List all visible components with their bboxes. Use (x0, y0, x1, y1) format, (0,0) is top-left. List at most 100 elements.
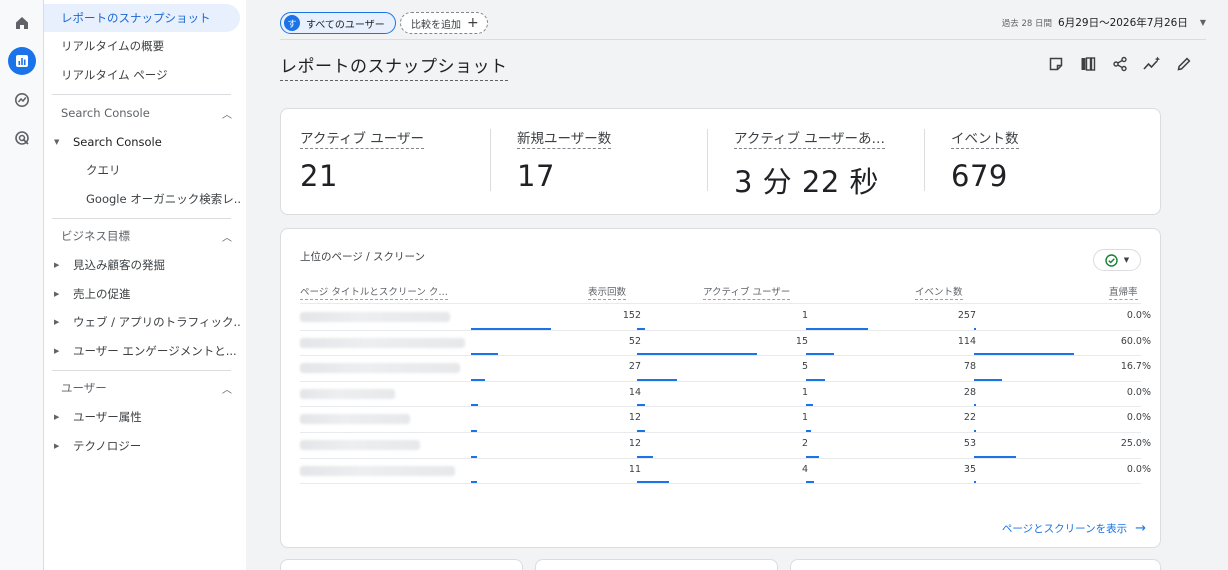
redacted-page-title (300, 440, 420, 450)
cell-events: 35 (963, 463, 976, 475)
chevron-up-icon: ︿ (222, 232, 232, 244)
table-row[interactable]: 12 2 53 25.0% (281, 432, 1162, 459)
metrics-card: アクティブ ユーザー 21 新規ユーザー数 17 アクティブ ユーザーあ… 3 … (280, 108, 1161, 215)
metric-divider (490, 129, 491, 191)
add-comparison-button[interactable]: 比較を追加 + (400, 12, 488, 34)
metric-label: イベント数 (951, 127, 1019, 149)
cell-users: 4 (801, 463, 808, 475)
caret-right-icon: ▶ (54, 413, 60, 421)
chevron-up-icon: ︿ (222, 109, 232, 121)
view-pages-screens-link[interactable]: ページとスクリーンを表示 → (1002, 521, 1146, 536)
group-label: Search Console (73, 135, 162, 149)
nav-drive-sales[interactable]: ▶ 売上の促進 (44, 280, 240, 308)
metric-active-users[interactable]: アクティブ ユーザー 21 (300, 127, 490, 193)
caret-down-icon: ▼ (54, 138, 60, 146)
metric-new-users[interactable]: 新規ユーザー数 17 (517, 127, 707, 193)
bottom-card (790, 559, 1161, 570)
link-label: ページとスクリーンを表示 (1001, 523, 1128, 535)
nav-technology[interactable]: ▶ テクノロジー (44, 432, 240, 460)
nav-report-snapshot[interactable]: レポートのスナップショット (44, 4, 240, 32)
date-prefix: 過去 28 日間 (1001, 18, 1053, 29)
cell-bounce: 0.0% (1126, 463, 1151, 475)
metric-value: 3 分 22 秒 (734, 165, 880, 199)
redacted-page-title (300, 465, 455, 476)
column-header-active-users[interactable]: アクティブ ユーザー (703, 284, 791, 300)
home-icon[interactable] (8, 9, 36, 37)
section-business-goals[interactable]: ビジネス目標 ︿ (44, 222, 240, 250)
section-users[interactable]: ユーザー ︿ (44, 374, 240, 402)
nav-demographics[interactable]: ▶ ユーザー属性 (44, 403, 240, 431)
cell-users: 1 (801, 310, 808, 321)
column-header-bounce-rate[interactable]: 直帰率 (1109, 284, 1138, 300)
table-row[interactable]: 14 1 28 0.0% (281, 381, 1162, 408)
share-icon[interactable] (1110, 54, 1130, 74)
cell-views: 27 (628, 361, 641, 373)
column-header-page-title[interactable]: ページ タイトルとスクリーン ク… (300, 284, 448, 300)
all-users-chip[interactable]: す すべてのユーザー (280, 12, 396, 34)
table-row[interactable]: 11 4 35 0.0% (281, 458, 1162, 485)
left-rail (0, 0, 44, 570)
top-bar: す すべてのユーザー 比較を追加 + 過去 28 日間 6月29日〜2026年7… (280, 12, 1206, 40)
date-range-picker[interactable]: 過去 28 日間 6月29日〜2026年7月26日 ▼ (1002, 15, 1206, 30)
nav-divider (52, 370, 231, 371)
reports-icon[interactable] (8, 47, 36, 75)
status-dropdown[interactable]: ▼ (1093, 249, 1141, 271)
cell-views: 11 (628, 463, 641, 475)
caret-down-icon: ▼ (1199, 18, 1206, 27)
chevron-up-icon: ︿ (222, 384, 232, 396)
metric-divider (707, 129, 708, 191)
metric-event-count[interactable]: イベント数 679 (951, 127, 1141, 193)
column-header-views[interactable]: 表示回数 (588, 284, 627, 300)
table-row[interactable]: 12 1 22 0.0% (281, 406, 1162, 433)
nav-label: テクノロジー (73, 439, 142, 453)
report-navigation: レポートのスナップショット リアルタイムの概要 リアルタイム ページ Searc… (44, 0, 246, 570)
edit-icon[interactable] (1174, 54, 1194, 74)
redacted-page-title (300, 363, 460, 374)
metric-value: 17 (517, 159, 555, 193)
table-row[interactable]: 27 5 78 16.7% (281, 355, 1162, 382)
row-divider (300, 483, 1141, 485)
cell-bounce: 0.0% (1126, 412, 1151, 424)
caret-right-icon: ▶ (54, 347, 60, 355)
section-title: Search Console (61, 106, 150, 120)
advertising-icon[interactable] (8, 124, 36, 152)
column-header-event-count[interactable]: イベント数 (915, 284, 963, 300)
insights-icon[interactable] (1142, 54, 1162, 74)
nav-google-organic-search[interactable]: Google オーガニック検索レ... (44, 185, 240, 213)
cell-views: 152 (622, 310, 641, 321)
table-row[interactable]: 152 1 257 0.0% (281, 304, 1162, 331)
cell-users: 1 (801, 386, 808, 398)
nav-label: ユーザー属性 (73, 410, 142, 424)
caret-right-icon: ▶ (54, 318, 60, 326)
plus-icon: + (467, 15, 479, 31)
metric-label: 新規ユーザー数 (517, 127, 612, 149)
compare-icon[interactable] (1078, 54, 1098, 74)
nav-user-engagement[interactable]: ▶ ユーザー エンゲージメントと... (44, 337, 240, 365)
cell-users: 1 (801, 412, 808, 424)
explore-icon[interactable] (8, 86, 36, 114)
metric-divider (924, 129, 925, 191)
cell-events: 114 (957, 335, 976, 347)
cell-views: 52 (628, 335, 641, 347)
nav-queries[interactable]: クエリ (44, 156, 240, 184)
nav-group-search-console[interactable]: ▼ Search Console (44, 128, 240, 156)
bottom-card (535, 559, 778, 570)
cell-users: 15 (795, 335, 808, 347)
cell-views: 14 (628, 386, 641, 398)
cell-views: 12 (628, 438, 641, 449)
caret-right-icon: ▶ (54, 261, 60, 269)
metric-engagement-time[interactable]: アクティブ ユーザーあ… 3 分 22 秒 (734, 127, 924, 201)
nav-realtime-overview[interactable]: リアルタイムの概要 (44, 32, 240, 60)
note-icon[interactable] (1046, 54, 1066, 74)
section-search-console[interactable]: Search Console ︿ (44, 99, 240, 127)
bottom-card (280, 559, 523, 570)
nav-lead-generation[interactable]: ▶ 見込み顧客の発掘 (44, 251, 240, 279)
table-row[interactable]: 52 15 114 60.0% (281, 330, 1162, 357)
nav-web-app-traffic[interactable]: ▶ ウェブ / アプリのトラフィック... (44, 308, 240, 336)
caret-right-icon: ▶ (54, 290, 60, 298)
nav-realtime-pages[interactable]: リアルタイム ページ (44, 61, 240, 89)
cell-bounce: 0.0% (1126, 386, 1151, 398)
nav-label: 売上の促進 (73, 287, 131, 301)
table-title: 上位のページ / スクリーン (300, 251, 425, 263)
arrow-right-icon: → (1135, 521, 1146, 536)
